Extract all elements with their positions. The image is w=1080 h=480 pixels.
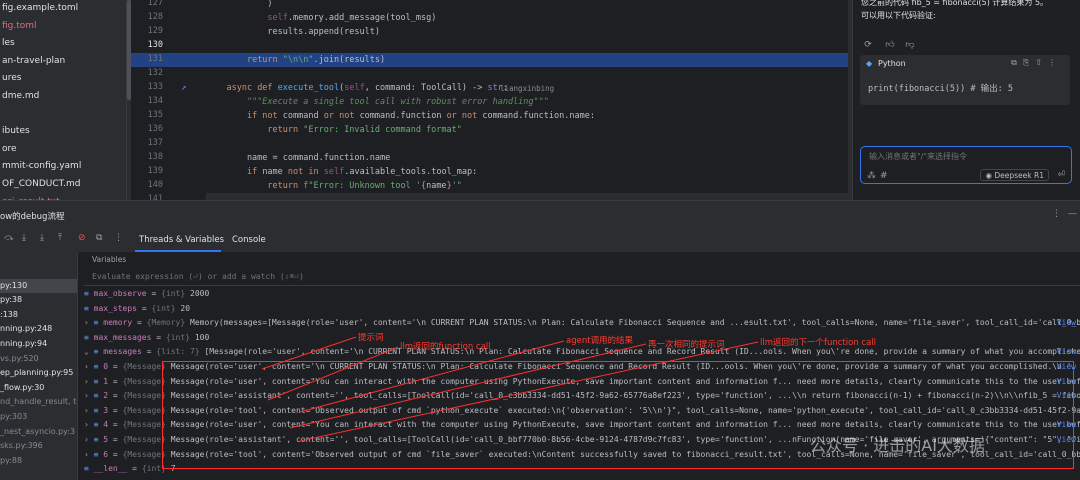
arrow-1 bbox=[261, 336, 357, 370]
arrow-5 bbox=[299, 341, 759, 442]
arrow-4 bbox=[289, 343, 647, 429]
watermark: 公众号 · 进击的AI大数据 bbox=[810, 436, 985, 455]
arrow-3 bbox=[299, 340, 565, 413]
annotation-arrows bbox=[261, 336, 759, 442]
arrow-2 bbox=[267, 346, 399, 401]
